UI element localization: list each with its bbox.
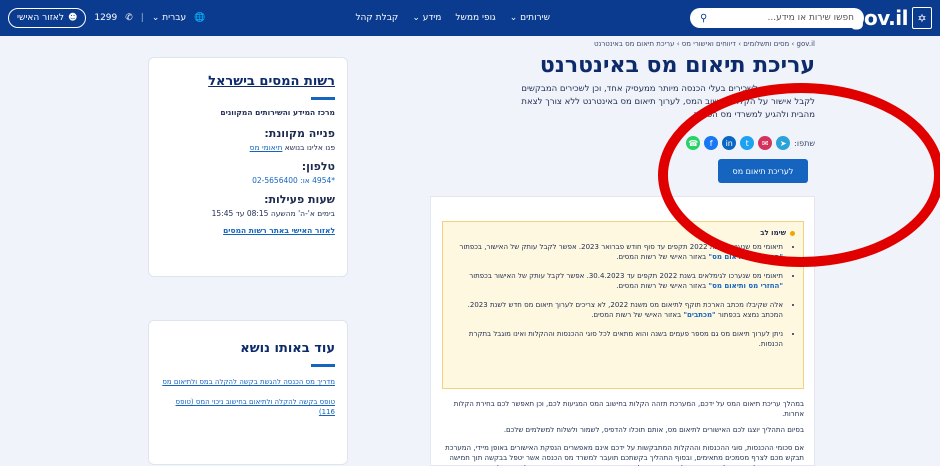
- hours-text: בימים א'-ה' מהשעה 08:15 עד 15:45: [211, 209, 335, 218]
- inquiry-text: פנו אלינו בנושא תיאומי מס: [249, 143, 335, 152]
- related-link[interactable]: טופס בקשה להקלה ולתיאום בחישוב ניכוי המס…: [161, 397, 335, 417]
- related-link[interactable]: מדריך מס הכנסה להגשת בקשה להקלה במס ולתי…: [161, 377, 335, 387]
- org-subtitle: מרכז המידע והשירותים המקוונים: [220, 108, 335, 117]
- phone-icon: ✆: [125, 13, 133, 23]
- phone-heading: טלפון:: [301, 160, 335, 173]
- notice-list: תיאומי מס שנערכו בשנת 2022 תקפים עד סוף …: [451, 242, 783, 349]
- accent-bar: [311, 364, 335, 367]
- nav-item-gov-bodies[interactable]: גופי ממשל: [455, 13, 495, 23]
- hotline-number[interactable]: 1299: [94, 13, 117, 23]
- notice-link[interactable]: "מכתבים": [683, 311, 715, 319]
- notice-link[interactable]: "החזרי מס ותיאום מס": [708, 282, 783, 290]
- page-title: עריכת תיאום מס באינטרנט: [539, 53, 815, 78]
- nav-item-reception[interactable]: קבלת קהל: [355, 13, 398, 23]
- related-title: עוד באותו נושא: [240, 341, 335, 356]
- divider: |: [140, 13, 144, 23]
- nav-item-info[interactable]: מידע ⌄: [412, 13, 441, 23]
- phone-text[interactable]: *4954 או: 02-5656400: [161, 176, 335, 185]
- personal-area-link[interactable]: לאזור האישי באתר רשות המסים: [161, 226, 335, 235]
- nav-item-services[interactable]: שירותים ⌄: [510, 13, 550, 23]
- hours-heading: שעות פעילות:: [264, 193, 335, 206]
- related-sidebar: עוד באותו נושא מדריך מס הכנסה להגשת בקשה…: [148, 320, 348, 465]
- login-button[interactable]: ☻ לאזור האישי: [8, 8, 87, 28]
- notice-item: תיאומי מס שנערכו לגימלאים בשנת 2022 תקפי…: [451, 271, 783, 291]
- top-bar: gov.il ✡ חפשו שירות או מידע... ⚲ שירותים…: [0, 0, 940, 36]
- language-select[interactable]: עברית ⌄: [152, 13, 186, 23]
- org-title[interactable]: רשות המסים בישראל: [161, 74, 335, 89]
- user-icon: ☻: [67, 13, 78, 23]
- accent-bar: [311, 97, 335, 100]
- emblem-icon: ✡: [912, 7, 932, 29]
- main-nav: שירותים ⌄ גופי ממשל מידע ⌄ קבלת קהל: [355, 0, 550, 36]
- notice-item: ניתן לערוך תיאום מס גם מספר פעמים בשנה ו…: [451, 329, 783, 349]
- notice-item: אלה שקיבלו מכתב הארכת תוקף לתיאום מס משנ…: [451, 300, 783, 320]
- search-icon[interactable]: ⚲: [700, 13, 707, 24]
- inquiry-link[interactable]: תיאומי מס: [250, 143, 283, 152]
- globe-icon: 🌐: [194, 13, 206, 23]
- highlight-circle: [658, 83, 940, 267]
- contact-sidebar: רשות המסים בישראל מרכז המידע והשירותים ה…: [148, 57, 348, 277]
- body-paragraph: במהלך עריכת תיאום המס על ידכם, המערכת תז…: [453, 400, 804, 418]
- utility-bar: 🌐 עברית ⌄ | ✆ 1299 ☻ לאזור האישי: [8, 8, 205, 28]
- search-placeholder: חפשו שירות או מידע...: [767, 13, 854, 23]
- search-input[interactable]: חפשו שירות או מידע... ⚲: [690, 8, 864, 28]
- inquiry-heading: פנייה מקוונת:: [264, 127, 335, 140]
- login-label: לאזור האישי: [17, 13, 64, 23]
- body-paragraph: בסיום התהליך יוצגו לכם האישורים לתיאום מ…: [503, 426, 804, 434]
- breadcrumb[interactable]: gov.il › מסים ותשלומים › דיווחים ואישורי…: [594, 40, 815, 48]
- body-paragraph: אם סכומי ההכנסות, סוגי ההכנסות וההקלות ה…: [445, 444, 804, 466]
